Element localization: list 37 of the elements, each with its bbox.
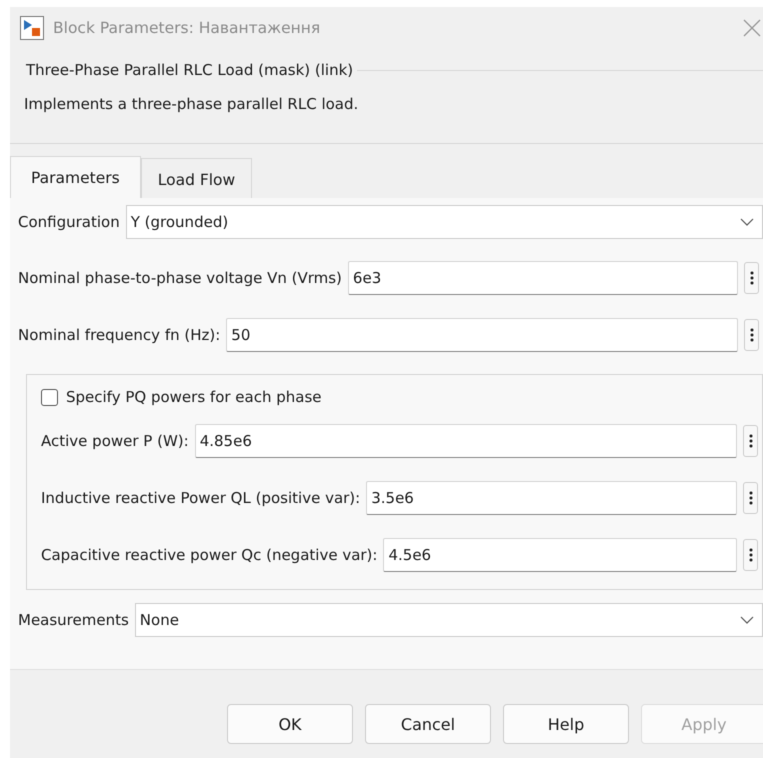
more-options-button[interactable] (743, 482, 758, 514)
more-options-button[interactable] (744, 262, 759, 294)
window-title: Block Parameters: Навантаження (53, 19, 322, 37)
chevron-down-icon (740, 218, 754, 226)
dropdown[interactable]: None (134, 603, 763, 637)
vertical-dots-icon (750, 328, 754, 342)
checkbox-label: Specify PQ powers for each phase (66, 388, 322, 406)
input-field[interactable]: 50 (226, 318, 738, 352)
vertical-dots-icon (748, 548, 752, 562)
parameter-label: Capacitive reactive power Qc (negative var): (41, 546, 378, 564)
parameter-label: Nominal phase-to-phase voltage Vn (Vrms) (18, 269, 342, 287)
dialog-button[interactable]: Cancel (365, 704, 491, 744)
parameter-label: Active power P (W): (41, 432, 189, 450)
input-field[interactable]: 4.85e6 (194, 424, 737, 458)
mask-description: Implements a three-phase parallel RLC load. (23, 94, 360, 115)
mask-title: Three-Phase Parallel RLC Load (mask) (link) (26, 61, 354, 79)
input-field[interactable]: 6e3 (348, 261, 738, 295)
tab[interactable]: Parameters (10, 156, 141, 198)
chevron-down-icon (740, 616, 754, 624)
parameter-label: Inductive reactive Power QL (positive var): (41, 489, 360, 507)
more-options-button[interactable] (743, 425, 758, 457)
checkbox[interactable] (41, 388, 58, 406)
input-field[interactable]: 3.5e6 (366, 481, 737, 515)
more-options-button[interactable] (743, 539, 758, 571)
vertical-dots-icon (748, 491, 752, 505)
block-icon (20, 16, 44, 40)
input-field[interactable]: 4.5e6 (383, 538, 737, 572)
dialog-button[interactable]: Help (503, 704, 629, 744)
more-options-button[interactable] (744, 319, 759, 351)
dropdown[interactable]: Y (grounded) (126, 205, 763, 239)
vertical-dots-icon (750, 271, 754, 285)
dialog-button[interactable]: OK (227, 704, 353, 744)
parameter-label: Configuration (18, 213, 120, 231)
tab[interactable]: Load Flow (140, 158, 252, 198)
vertical-dots-icon (748, 434, 752, 448)
parameter-label: Nominal frequency fn (Hz): (18, 326, 220, 344)
parameter-label: Measurements (18, 611, 129, 629)
